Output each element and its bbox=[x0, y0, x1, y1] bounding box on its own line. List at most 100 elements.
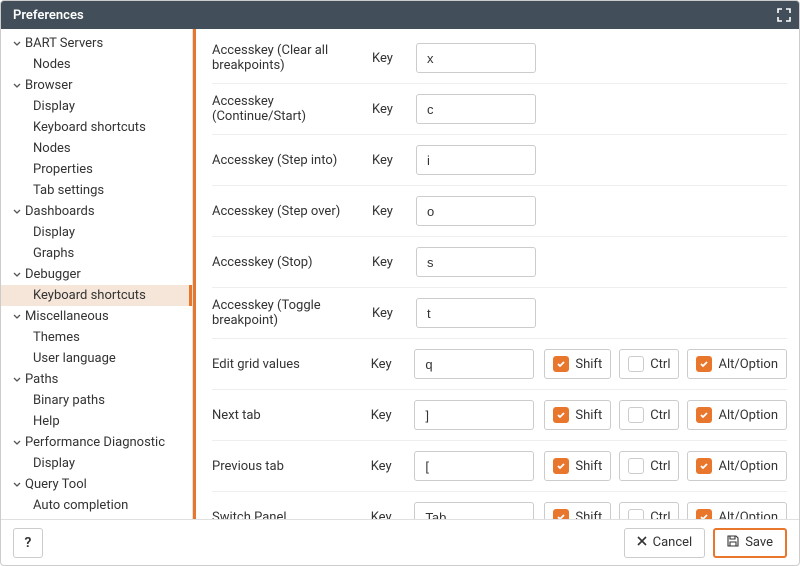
tree-item[interactable]: User language bbox=[1, 348, 192, 369]
tree-group-label: Paths bbox=[25, 372, 58, 387]
chevron-down-icon bbox=[11, 82, 23, 90]
ctrl-modifier-toggle[interactable]: Ctrl bbox=[619, 502, 679, 519]
setting-label: Accesskey (Stop) bbox=[212, 255, 362, 270]
tree-item[interactable]: Binary paths bbox=[1, 390, 192, 411]
setting-label: Previous tab bbox=[212, 459, 361, 474]
setting-row: Previous tabKeyShiftCtrlAlt/Option bbox=[212, 440, 787, 491]
chevron-down-icon bbox=[11, 40, 23, 48]
tree-item[interactable]: Auto completion bbox=[1, 495, 192, 516]
settings-panel: Accesskey (Clear all breakpoints)KeyAcce… bbox=[193, 29, 799, 519]
alt-modifier-toggle[interactable]: Alt/Option bbox=[687, 451, 787, 481]
modifier-label: Alt/Option bbox=[718, 357, 778, 372]
tree-group-label: BART Servers bbox=[25, 36, 103, 51]
tree-item[interactable]: Keyboard shortcuts bbox=[1, 285, 192, 306]
tree-group-header[interactable]: Dashboards bbox=[1, 201, 192, 222]
modifier-group: Shift Ctrl Alt/Option bbox=[544, 400, 787, 430]
tree-group-header[interactable]: Paths bbox=[1, 369, 192, 390]
tree-group-header[interactable]: Browser bbox=[1, 75, 192, 96]
chevron-down-icon bbox=[11, 439, 23, 447]
close-icon bbox=[637, 535, 647, 550]
chevron-down-icon bbox=[11, 376, 23, 384]
tree-group-label: Miscellaneous bbox=[25, 309, 109, 324]
tree-item[interactable]: CSV/TXT Output bbox=[1, 516, 192, 519]
key-input[interactable] bbox=[416, 196, 536, 226]
alt-modifier-toggle[interactable]: Alt/Option bbox=[687, 349, 787, 379]
help-button[interactable]: ? bbox=[13, 528, 43, 558]
tree-item[interactable]: Help bbox=[1, 411, 192, 432]
checkbox-icon bbox=[553, 509, 569, 519]
setting-type: Key bbox=[372, 102, 406, 117]
setting-type: Key bbox=[372, 51, 406, 66]
tree-item[interactable]: Display bbox=[1, 453, 192, 474]
shift-modifier-toggle[interactable]: Shift bbox=[544, 400, 611, 430]
save-button[interactable]: Save bbox=[713, 528, 787, 558]
setting-type: Key bbox=[371, 510, 405, 520]
tree-group-header[interactable]: Miscellaneous bbox=[1, 306, 192, 327]
modifier-label: Shift bbox=[575, 459, 602, 474]
checkbox-icon bbox=[696, 458, 712, 474]
dialog-title: Preferences bbox=[13, 8, 84, 23]
alt-modifier-toggle[interactable]: Alt/Option bbox=[687, 502, 787, 519]
key-input[interactable] bbox=[414, 451, 534, 481]
checkbox-icon bbox=[696, 509, 712, 519]
modifier-label: Ctrl bbox=[650, 408, 670, 423]
tree-group-label: Debugger bbox=[25, 267, 81, 282]
tree-item[interactable]: Tab settings bbox=[1, 180, 192, 201]
setting-row: Edit grid valuesKeyShiftCtrlAlt/Option bbox=[212, 338, 787, 389]
tree-item[interactable]: Display bbox=[1, 222, 192, 243]
tree-item[interactable]: Properties bbox=[1, 159, 192, 180]
key-input[interactable] bbox=[414, 349, 534, 379]
alt-modifier-toggle[interactable]: Alt/Option bbox=[687, 400, 787, 430]
ctrl-modifier-toggle[interactable]: Ctrl bbox=[619, 451, 679, 481]
expand-icon[interactable] bbox=[777, 8, 791, 22]
setting-type: Key bbox=[371, 357, 405, 372]
sidebar: BART ServersNodesBrowserDisplayKeyboard … bbox=[1, 29, 193, 519]
cancel-button[interactable]: Cancel bbox=[624, 528, 706, 558]
tree-item[interactable]: Nodes bbox=[1, 138, 192, 159]
tree-item[interactable]: Display bbox=[1, 96, 192, 117]
tree-item[interactable]: Keyboard shortcuts bbox=[1, 117, 192, 138]
key-input[interactable] bbox=[414, 400, 534, 430]
dialog-content: BART ServersNodesBrowserDisplayKeyboard … bbox=[1, 29, 799, 519]
ctrl-modifier-toggle[interactable]: Ctrl bbox=[619, 349, 679, 379]
checkbox-icon bbox=[628, 458, 644, 474]
tree-group-label: Dashboards bbox=[25, 204, 95, 219]
setting-type: Key bbox=[372, 153, 406, 168]
setting-row: Next tabKeyShiftCtrlAlt/Option bbox=[212, 389, 787, 440]
key-input[interactable] bbox=[416, 298, 536, 328]
checkbox-icon bbox=[628, 356, 644, 372]
shift-modifier-toggle[interactable]: Shift bbox=[544, 451, 611, 481]
setting-label: Accesskey (Step into) bbox=[212, 153, 362, 168]
shift-modifier-toggle[interactable]: Shift bbox=[544, 349, 611, 379]
modifier-label: Shift bbox=[575, 357, 602, 372]
footer: ? Cancel Save bbox=[1, 519, 799, 565]
tree-item[interactable]: Nodes bbox=[1, 54, 192, 75]
setting-row: Accesskey (Step over)Key bbox=[212, 185, 787, 236]
key-input[interactable] bbox=[416, 94, 536, 124]
tree-group-header[interactable]: Query Tool bbox=[1, 474, 192, 495]
ctrl-modifier-toggle[interactable]: Ctrl bbox=[619, 400, 679, 430]
shift-modifier-toggle[interactable]: Shift bbox=[544, 502, 611, 519]
setting-row: Switch PanelKeyShiftCtrlAlt/Option bbox=[212, 491, 787, 519]
key-input[interactable] bbox=[414, 502, 534, 519]
checkbox-icon bbox=[696, 407, 712, 423]
tree-group-header[interactable]: BART Servers bbox=[1, 33, 192, 54]
setting-label: Accesskey (Continue/Start) bbox=[212, 94, 362, 124]
cancel-label: Cancel bbox=[653, 535, 693, 550]
tree-group-header[interactable]: Debugger bbox=[1, 264, 192, 285]
modifier-group: Shift Ctrl Alt/Option bbox=[544, 349, 787, 379]
setting-row: Accesskey (Continue/Start) Key bbox=[212, 83, 787, 134]
checkbox-icon bbox=[553, 458, 569, 474]
chevron-down-icon bbox=[11, 481, 23, 489]
tree-item[interactable]: Themes bbox=[1, 327, 192, 348]
setting-row: Accesskey (Stop)Key bbox=[212, 236, 787, 287]
key-input[interactable] bbox=[416, 43, 536, 73]
key-input[interactable] bbox=[416, 247, 536, 277]
tree-group-header[interactable]: Performance Diagnostic bbox=[1, 432, 192, 453]
modifier-label: Shift bbox=[575, 510, 602, 520]
modifier-label: Ctrl bbox=[650, 357, 670, 372]
key-input[interactable] bbox=[416, 145, 536, 175]
checkbox-icon bbox=[553, 407, 569, 423]
tree-group-label: Browser bbox=[25, 78, 73, 93]
tree-item[interactable]: Graphs bbox=[1, 243, 192, 264]
